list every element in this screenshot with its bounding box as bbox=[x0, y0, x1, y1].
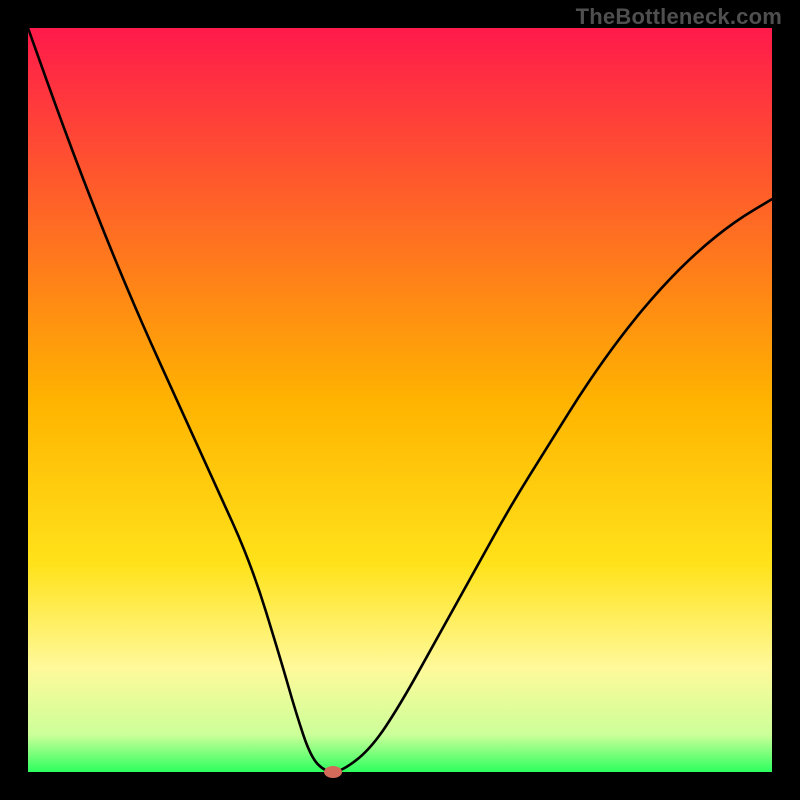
bottleneck-chart bbox=[0, 0, 800, 800]
plot-background bbox=[28, 28, 772, 772]
chart-frame: { "watermark": "TheBottleneck.com", "cha… bbox=[0, 0, 800, 800]
optimal-point-marker bbox=[324, 766, 342, 778]
